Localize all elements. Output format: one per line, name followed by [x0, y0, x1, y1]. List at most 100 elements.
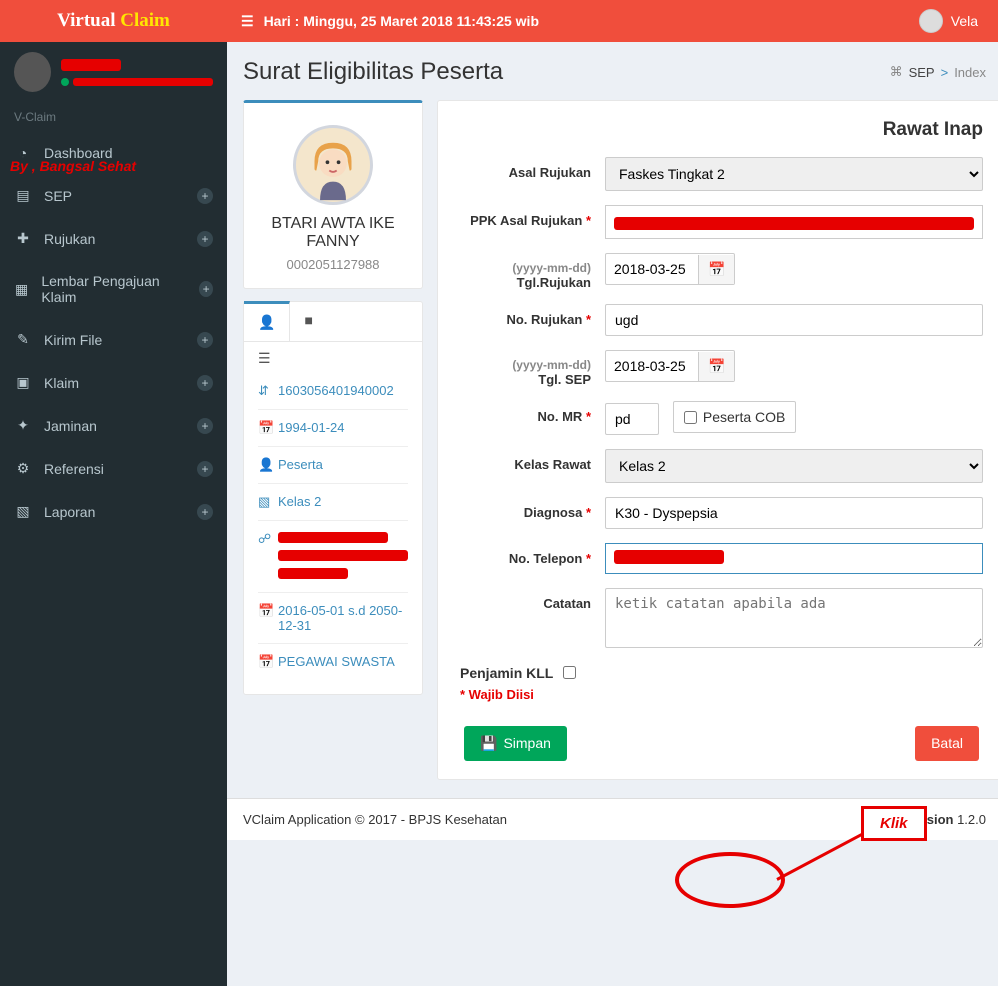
user-menu[interactable]: Vela: [919, 9, 998, 33]
menu-icon: ▣: [14, 374, 32, 391]
form-title: Rawat Inap: [460, 119, 983, 141]
expand-icon: +: [197, 418, 213, 434]
expand-icon: +: [197, 461, 213, 477]
label-no-rujukan: No. Rujukan *: [460, 304, 605, 327]
sidebar-item-rujukan[interactable]: ✚Rujukan+: [0, 217, 227, 260]
breadcrumb-index: Index: [954, 65, 986, 80]
save-icon: 💾: [480, 735, 497, 752]
detail-period[interactable]: 📅2016-05-01 s.d 2050-12-31: [258, 592, 408, 643]
label-kelas-rawat: Kelas Rawat: [460, 449, 605, 472]
label-no-telepon: No. Telepon *: [460, 543, 605, 566]
sidebar-item-referensi[interactable]: ⚙ Referensi +: [0, 447, 227, 490]
sidebar-item-klaim[interactable]: ▣ Klaim +: [0, 361, 227, 404]
detail-occupation[interactable]: 📅PEGAWAI SWASTA: [258, 643, 408, 680]
input-tgl-sep[interactable]: [606, 351, 698, 381]
menu-icon: ⚙: [14, 460, 32, 477]
patient-name: BTARI AWTA IKE FANNY: [260, 215, 406, 251]
stethoscope-icon: ☍: [258, 531, 272, 547]
sidebar-item-label: Klaim: [44, 375, 79, 391]
input-tgl-rujukan[interactable]: [606, 254, 698, 284]
sidebar-item-jaminan[interactable]: ✦Jaminan+: [0, 404, 227, 447]
input-no-telepon[interactable]: [605, 543, 983, 574]
annotation-author: By , Bangsal Sehat: [10, 158, 136, 174]
redacted-phone: [614, 550, 724, 564]
breadcrumb-sep[interactable]: SEP: [909, 65, 935, 80]
person-icon: 👤: [258, 314, 275, 330]
calendar-picker-icon[interactable]: 📅: [698, 255, 734, 284]
redacted-name: [61, 59, 121, 71]
label-asal-rujukan: Asal Rujukan: [460, 157, 605, 180]
redacted-subtext: [73, 78, 213, 86]
simpan-button[interactable]: 💾 Simpan: [464, 726, 567, 761]
sidebar-item-label: Laporan: [44, 504, 95, 520]
input-no-rujukan[interactable]: [605, 304, 983, 336]
tab-building[interactable]: ■: [290, 302, 326, 341]
select-kelas-rawat[interactable]: Kelas 2: [605, 449, 983, 483]
tab-person[interactable]: 👤: [244, 301, 290, 341]
sidebar-item-label: Rujukan: [44, 231, 95, 247]
sidebar-item-label: Kirim File: [44, 332, 102, 348]
content: Surat Eligibilitas Peserta ⌘ SEP > Index…: [227, 42, 998, 986]
sidebar-section-label: V-Claim: [0, 102, 227, 132]
sidebar-item-label: Jaminan: [44, 418, 97, 434]
detail-nik[interactable]: ⇵1603056401940002: [258, 373, 408, 409]
calendar-icon: 📅: [258, 654, 272, 670]
sidebar-item-label: Referensi: [44, 461, 104, 477]
calendar-icon: 📅: [258, 603, 272, 619]
patient-avatar-icon: [293, 125, 373, 205]
peserta-cob-box[interactable]: Peserta COB: [673, 401, 796, 433]
page-title: Surat Eligibilitas Peserta: [243, 58, 503, 86]
textarea-catatan[interactable]: [605, 588, 983, 648]
expand-icon: +: [197, 504, 213, 520]
detail-kelas[interactable]: ▧Kelas 2: [258, 483, 408, 520]
label-tgl-sep: (yyyy-mm-dd)Tgl. SEP: [460, 350, 605, 387]
sidebar-item-sep[interactable]: ▤SEP+: [0, 174, 227, 217]
sidebar-item-laporan[interactable]: ▧ Laporan +: [0, 490, 227, 533]
breadcrumb: ⌘ SEP > Index: [890, 64, 986, 80]
expand-icon: +: [197, 375, 213, 391]
sidebar-user: [0, 42, 227, 102]
batal-button[interactable]: Batal: [915, 726, 979, 761]
expand-icon: +: [199, 281, 213, 297]
expand-icon: +: [197, 332, 213, 348]
sidebar-item-label: SEP: [44, 188, 72, 204]
label-ppk-asal: PPK Asal Rujukan *: [460, 205, 605, 228]
building-icon: ■: [304, 312, 312, 328]
detail-redacted: ☍: [258, 520, 408, 592]
label-penjamin: Penjamin KLL: [460, 665, 553, 681]
redacted-ppk: [614, 217, 974, 230]
input-no-mr[interactable]: [605, 403, 659, 435]
sort-icon: ⇵: [258, 383, 272, 399]
input-ppk-asal[interactable]: [605, 205, 983, 239]
menu-icon: ▤: [14, 187, 32, 204]
detail-dob[interactable]: 📅1994-01-24: [258, 409, 408, 446]
select-asal-rujukan[interactable]: Faskes Tingkat 2: [605, 157, 983, 191]
patient-id: 0002051127988: [260, 257, 406, 272]
sidebar: V-Claim By , Bangsal Sehat ◔Dashboard▤SE…: [0, 42, 227, 986]
sidebar-item-kirim-file[interactable]: ✎ Kirim File +: [0, 318, 227, 361]
status-dot-icon: [61, 78, 69, 86]
detail-status[interactable]: 👤Peserta: [258, 446, 408, 483]
input-diagnosa[interactable]: [605, 497, 983, 529]
user-icon: 👤: [258, 457, 272, 473]
checkbox-penjamin[interactable]: [563, 666, 576, 679]
form-card: Rawat Inap Asal Rujukan Faskes Tingkat 2…: [437, 100, 998, 780]
patient-profile-card: BTARI AWTA IKE FANNY 0002051127988: [243, 100, 423, 289]
sidebar-item-lembar-pengajuan-klaim[interactable]: ▦Lembar Pengajuan Klaim+: [0, 260, 227, 318]
footer: VClaim Application © 2017 - BPJS Kesehat…: [227, 798, 998, 840]
label-tgl-rujukan: (yyyy-mm-dd)Tgl.Rujukan: [460, 253, 605, 290]
avatar-icon: [919, 9, 943, 33]
expand-icon: +: [197, 231, 213, 247]
calendar-picker-icon[interactable]: 📅: [698, 352, 734, 381]
menu-icon: ▧: [14, 503, 32, 520]
hamburger-icon[interactable]: ☰: [241, 13, 254, 30]
required-note: * Wajib Diisi: [460, 687, 983, 702]
sidebar-item-label: Lembar Pengajuan Klaim: [41, 273, 175, 305]
user-name: Vela: [951, 13, 978, 29]
dashboard-icon: ⌘: [890, 64, 903, 80]
menu-icon: ✎: [14, 331, 32, 348]
tab-list[interactable]: ☰: [258, 344, 271, 372]
bed-icon: ▧: [258, 494, 272, 510]
label-diagnosa: Diagnosa *: [460, 497, 605, 520]
checkbox-peserta-cob[interactable]: [684, 411, 697, 424]
